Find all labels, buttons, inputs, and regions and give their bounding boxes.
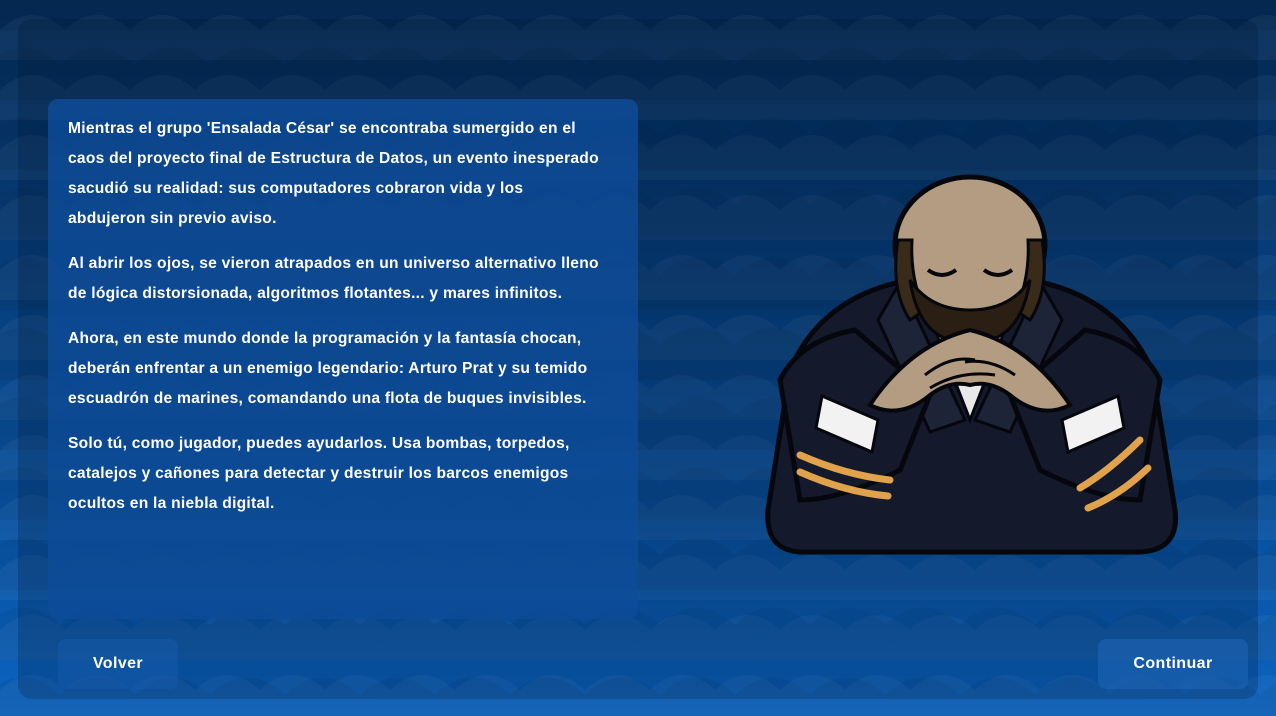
story-paragraph-1: Mientras el grupo 'Ensalada César' se en…: [68, 120, 599, 227]
continue-button[interactable]: Continuar: [1098, 639, 1248, 689]
story-text-panel: Mientras el grupo 'Ensalada César' se en…: [48, 99, 638, 619]
naval-captain-illustration: [765, 174, 1179, 555]
story-paragraph-4: Solo tú, como jugador, puedes ayudarlos.…: [68, 435, 570, 512]
story-paragraph-2: Al abrir los ojos, se vieron atrapados e…: [68, 255, 599, 302]
back-button[interactable]: Volver: [58, 639, 178, 689]
story-paragraph-3: Ahora, en este mundo donde la programaci…: [68, 330, 588, 407]
